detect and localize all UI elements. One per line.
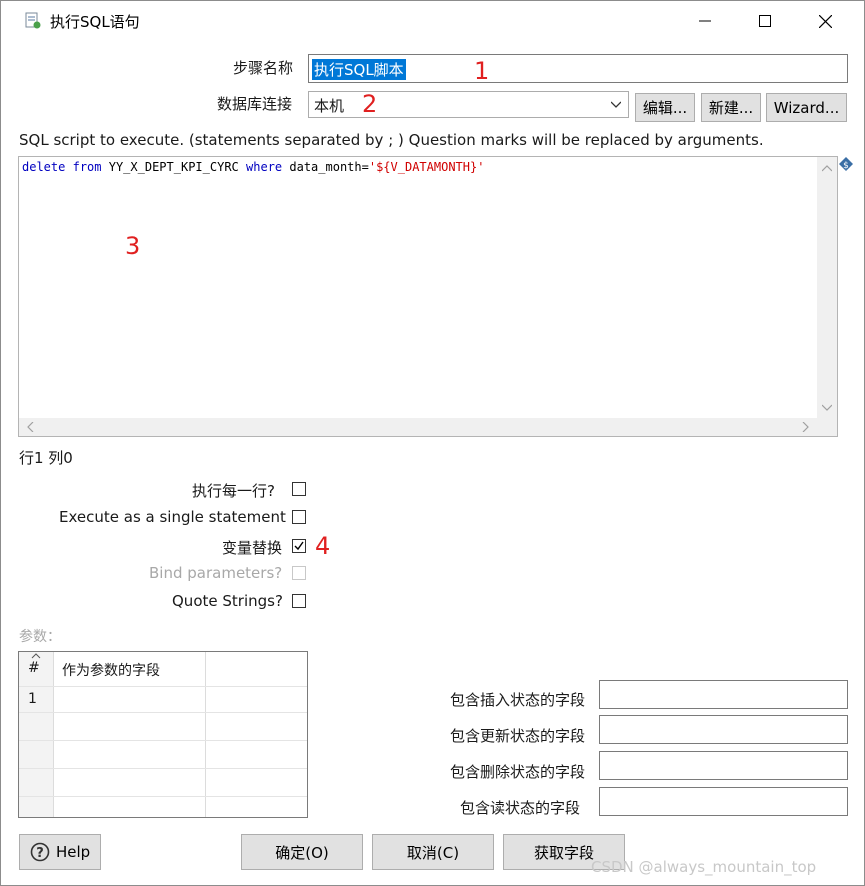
row-divider: [19, 796, 307, 797]
row-divider: [19, 740, 307, 741]
sql-script-icon: [25, 12, 41, 29]
annotation-3: 3: [125, 232, 141, 260]
sql-table: YY_X_DEPT_KPI_CYRC: [108, 160, 239, 174]
chevron-left-icon: [27, 422, 34, 432]
delete-status-label: 包含删除状态的字段: [450, 763, 586, 781]
cancel-button[interactable]: 取消(C): [372, 834, 494, 870]
window-title: 执行SQL语句: [50, 13, 140, 31]
insert-status-label: 包含插入状态的字段: [450, 691, 586, 709]
row-divider: [19, 686, 307, 687]
sql-keyword: where: [246, 160, 283, 174]
update-status-input[interactable]: [599, 715, 848, 744]
sql-column: data_month=: [289, 160, 369, 174]
bind-parameters-checkbox: [292, 566, 306, 580]
step-name-input[interactable]: 执行SQL脚本: [308, 54, 848, 83]
column-divider: [53, 652, 54, 817]
read-status-label: 包含读状态的字段: [460, 799, 581, 817]
variable-substitution-label: 变量替换: [222, 539, 283, 557]
minimize-icon: [699, 20, 711, 22]
connection-label: 数据库连接: [217, 95, 293, 113]
table-header-index: #: [28, 660, 40, 676]
close-button[interactable]: [795, 1, 855, 41]
connection-value: 本机: [314, 97, 345, 115]
quote-strings-checkbox[interactable]: [292, 594, 306, 608]
sql-keyword: delete: [22, 160, 66, 174]
svg-text:?: ?: [36, 846, 44, 861]
column-divider: [205, 652, 206, 817]
title-bar: 执行SQL语句: [1, 1, 864, 41]
row-divider: [19, 712, 307, 713]
maximize-button[interactable]: [735, 1, 795, 41]
quote-strings-label: Quote Strings?: [172, 592, 283, 610]
parameters-table[interactable]: # 作为参数的字段 1: [18, 651, 308, 818]
chevron-up-icon: [822, 165, 832, 172]
step-name-value: 执行SQL脚本: [312, 59, 406, 80]
annotation-4: 4: [315, 532, 331, 560]
step-name-label: 步骤名称: [233, 59, 294, 77]
annotation-2: 2: [362, 90, 378, 118]
vertical-scrollbar[interactable]: [817, 157, 837, 419]
dialog-window: 执行SQL语句 步骤名称 执行SQL脚本 1 数据库连接 本机 2 编辑... …: [0, 0, 865, 886]
sql-editor[interactable]: delete from YY_X_DEPT_KPI_CYRC where dat…: [18, 156, 838, 437]
wizard-button[interactable]: Wizard...: [766, 93, 847, 122]
single-statement-checkbox[interactable]: [292, 510, 306, 524]
watermark: CSDN @always_mountain_top: [591, 858, 817, 876]
row-divider: [19, 768, 307, 769]
sql-description: SQL script to execute. (statements separ…: [19, 131, 764, 149]
variable-icon: $: [839, 157, 853, 171]
annotation-1: 1: [474, 57, 490, 85]
help-button[interactable]: ? Help: [19, 834, 101, 870]
delete-status-input[interactable]: [599, 751, 848, 780]
cursor-position: 行1 列0: [19, 449, 73, 467]
chevron-right-icon: [802, 422, 809, 432]
insert-status-input[interactable]: [599, 680, 848, 709]
close-icon: [818, 14, 832, 28]
edit-connection-button[interactable]: 编辑...: [635, 93, 695, 122]
help-label: Help: [56, 843, 91, 861]
update-status-label: 包含更新状态的字段: [450, 727, 586, 745]
parameters-label: 参数：: [19, 629, 61, 645]
chevron-down-icon: [822, 404, 832, 411]
sql-keyword: from: [72, 160, 102, 174]
connection-select[interactable]: 本机: [308, 91, 629, 118]
svg-text:$: $: [843, 161, 849, 171]
table-row-index: 1: [28, 691, 37, 707]
table-header-field: 作为参数的字段: [62, 663, 160, 679]
read-status-input[interactable]: [599, 787, 848, 816]
sql-string: '${V_DATAMONTH}': [368, 160, 485, 174]
ok-button[interactable]: 确定(O): [241, 834, 363, 870]
maximize-icon: [759, 15, 771, 27]
execute-each-row-label: 执行每一行?: [192, 482, 275, 500]
minimize-button[interactable]: [675, 1, 735, 41]
single-statement-label: Execute as a single statement: [59, 508, 286, 526]
execute-each-row-checkbox[interactable]: [292, 482, 306, 496]
row-header-column: [19, 652, 53, 817]
check-icon: [294, 541, 304, 551]
help-icon: ?: [30, 842, 50, 862]
horizontal-scrollbar[interactable]: [19, 418, 837, 436]
chevron-down-icon: [611, 101, 621, 108]
sql-text: delete from YY_X_DEPT_KPI_CYRC where dat…: [22, 160, 484, 174]
new-connection-button[interactable]: 新建...: [701, 93, 761, 122]
sort-up-icon: [31, 653, 41, 659]
bind-parameters-label: Bind parameters?: [149, 564, 283, 582]
variable-substitution-checkbox[interactable]: [292, 539, 306, 553]
